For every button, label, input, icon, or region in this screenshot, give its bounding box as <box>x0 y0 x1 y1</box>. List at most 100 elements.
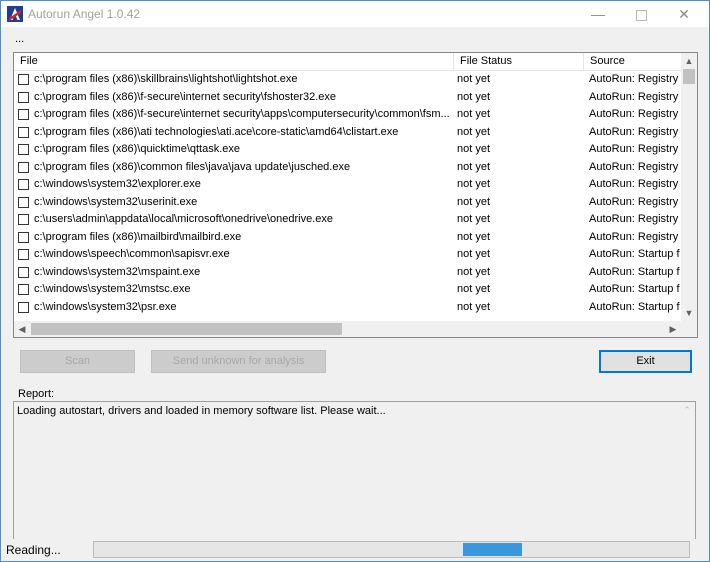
progress-fill <box>463 543 522 556</box>
app-window: Autorun Angel 1.0.42 — ✕ ... File File S… <box>0 0 710 562</box>
report-label: Report: <box>18 388 55 400</box>
row-checkbox[interactable] <box>18 231 29 243</box>
row-checkbox[interactable] <box>18 91 29 103</box>
row-checkbox[interactable] <box>18 74 29 85</box>
table-row[interactable]: c:\windows\speech\common\sapisvr.exe not … <box>14 246 681 264</box>
report-scrollbar[interactable]: ⌃ ⌄ <box>679 402 695 547</box>
options-menu[interactable]: ... <box>15 33 24 45</box>
file-path: c:\windows\system32\mspaint.exe <box>34 265 201 278</box>
table-row[interactable]: c:\windows\system32\userinit.exe not yet A… <box>14 194 681 212</box>
file-status: not yet <box>457 73 491 85</box>
list-header: File File Status Source <box>14 53 681 71</box>
file-path: c:\program files (x86)\f-secure\internet… <box>34 108 450 120</box>
row-checkbox[interactable] <box>18 179 29 190</box>
scan-button[interactable]: Scan <box>20 350 135 373</box>
file-path: c:\program files (x86)\common files\java… <box>34 160 351 173</box>
row-checkbox[interactable] <box>18 109 29 120</box>
autorun-list[interactable]: File File Status Source c:\program files… <box>13 52 698 338</box>
table-row[interactable]: c:\program files (x86)\ati technologies\… <box>14 124 681 142</box>
table-row[interactable]: c:\windows\system32\mspaint.exe not yet Au… <box>14 264 681 282</box>
table-row[interactable]: c:\users\admin\appdata\local\microsoft\o… <box>14 211 681 229</box>
file-source: AutoRun: Registry <box>589 178 679 190</box>
exit-button[interactable]: Exit <box>599 350 692 373</box>
column-header-file-status[interactable]: File Status <box>454 53 584 70</box>
file-status: not yet <box>457 143 491 155</box>
table-row[interactable]: c:\windows\system32\psr.exe not yet AutoRu… <box>14 299 681 317</box>
close-icon: ✕ <box>678 6 690 22</box>
table-row[interactable]: c:\program files (x86)\common files\java… <box>14 159 681 177</box>
file-source: AutoRun: Registry <box>589 90 679 103</box>
vertical-scroll-thumb[interactable] <box>683 69 695 84</box>
progress-bar <box>93 541 690 558</box>
horizontal-scrollbar[interactable]: ◀ ▶ <box>14 321 681 337</box>
row-checkbox[interactable] <box>18 266 29 278</box>
title-bar: Autorun Angel 1.0.42 — ✕ <box>1 1 709 27</box>
file-path: c:\program files (x86)\f-secure\internet… <box>34 90 337 103</box>
status-text: Reading... <box>6 543 61 557</box>
file-status: not yet <box>457 230 491 243</box>
file-source: AutoRun: Registry <box>589 230 679 243</box>
column-header-file[interactable]: File <box>14 53 454 70</box>
table-row[interactable]: c:\program files (x86)\skillbrains\light… <box>14 71 681 89</box>
file-source: AutoRun: Startup f <box>589 248 680 260</box>
file-source: AutoRun: Registry <box>589 108 679 120</box>
vertical-scrollbar[interactable]: ▲ ▼ <box>681 53 697 321</box>
table-row[interactable]: c:\program files (x86)\f-secure\internet… <box>14 106 681 124</box>
send-unknown-button[interactable]: Send unknown for analysis <box>151 350 326 373</box>
file-status: not yet <box>457 108 491 120</box>
main-panel: ... File File Status Source c:\program f… <box>1 27 709 561</box>
table-row[interactable]: c:\windows\system32\explorer.exe not yet A… <box>14 176 681 194</box>
row-checkbox[interactable] <box>18 126 29 138</box>
file-status: not yet <box>457 300 491 313</box>
file-path: c:\users\admin\appdata\local\microsoft\o… <box>34 213 333 225</box>
scroll-up-icon[interactable]: ▲ <box>681 53 697 69</box>
file-path: c:\windows\system32\psr.exe <box>34 300 177 313</box>
file-path: c:\program files (x86)\skillbrains\light… <box>34 73 298 85</box>
scroll-left-icon[interactable]: ◀ <box>14 321 30 337</box>
file-source: AutoRun: Registry <box>589 160 679 173</box>
file-source: AutoRun: Startup f <box>589 283 680 295</box>
close-button[interactable]: ✕ <box>661 1 707 27</box>
row-checkbox[interactable] <box>18 144 29 155</box>
row-checkbox[interactable] <box>18 214 29 225</box>
row-checkbox[interactable] <box>18 301 29 313</box>
file-status: not yet <box>457 265 491 278</box>
file-status: not yet <box>457 213 491 225</box>
file-path: c:\program files (x86)\mailbird\mailbird… <box>34 230 242 243</box>
window-title: Autorun Angel 1.0.42 <box>28 7 141 21</box>
column-header-source[interactable]: Source <box>584 53 681 70</box>
file-source: AutoRun: Startup f <box>589 265 680 278</box>
row-checkbox[interactable] <box>18 161 29 173</box>
file-path: c:\program files (x86)\quicktime\qttask.… <box>34 143 241 155</box>
file-path: c:\windows\system32\userinit.exe <box>34 195 198 208</box>
file-status: not yet <box>457 195 491 208</box>
table-row[interactable]: c:\windows\system32\mstsc.exe not yet Auto… <box>14 281 681 299</box>
maximize-icon <box>635 9 647 21</box>
table-row[interactable]: c:\program files (x86)\f-secure\internet… <box>14 89 681 107</box>
table-row[interactable]: c:\program files (x86)\quicktime\qttask.… <box>14 141 681 159</box>
report-box[interactable]: Loading autostart, drivers and loaded in… <box>13 401 696 548</box>
report-scroll-up-icon[interactable]: ⌃ <box>679 402 695 418</box>
app-logo-icon <box>7 6 23 22</box>
row-checkbox[interactable] <box>18 196 29 208</box>
file-status: not yet <box>457 90 491 103</box>
file-status: not yet <box>457 248 491 260</box>
minimize-icon: — <box>591 6 605 22</box>
horizontal-scroll-thumb[interactable] <box>31 323 342 335</box>
file-status: not yet <box>457 283 491 295</box>
list-rows: c:\program files (x86)\skillbrains\light… <box>14 71 681 319</box>
maximize-button[interactable] <box>618 1 664 27</box>
file-path: c:\program files (x86)\ati technologies\… <box>34 125 399 138</box>
file-path: c:\windows\speech\common\sapisvr.exe <box>34 248 230 260</box>
scroll-right-icon[interactable]: ▶ <box>665 321 681 337</box>
file-status: not yet <box>457 178 491 190</box>
minimize-button[interactable]: — <box>575 1 621 27</box>
scroll-down-icon[interactable]: ▼ <box>681 305 697 321</box>
table-row[interactable]: c:\program files (x86)\mailbird\mailbird… <box>14 229 681 247</box>
row-checkbox[interactable] <box>18 284 29 295</box>
file-source: AutoRun: Registry <box>589 125 679 138</box>
file-source: AutoRun: Registry <box>589 73 679 85</box>
row-checkbox[interactable] <box>18 249 29 260</box>
status-bar: Reading... <box>1 539 709 561</box>
file-status: not yet <box>457 125 491 138</box>
